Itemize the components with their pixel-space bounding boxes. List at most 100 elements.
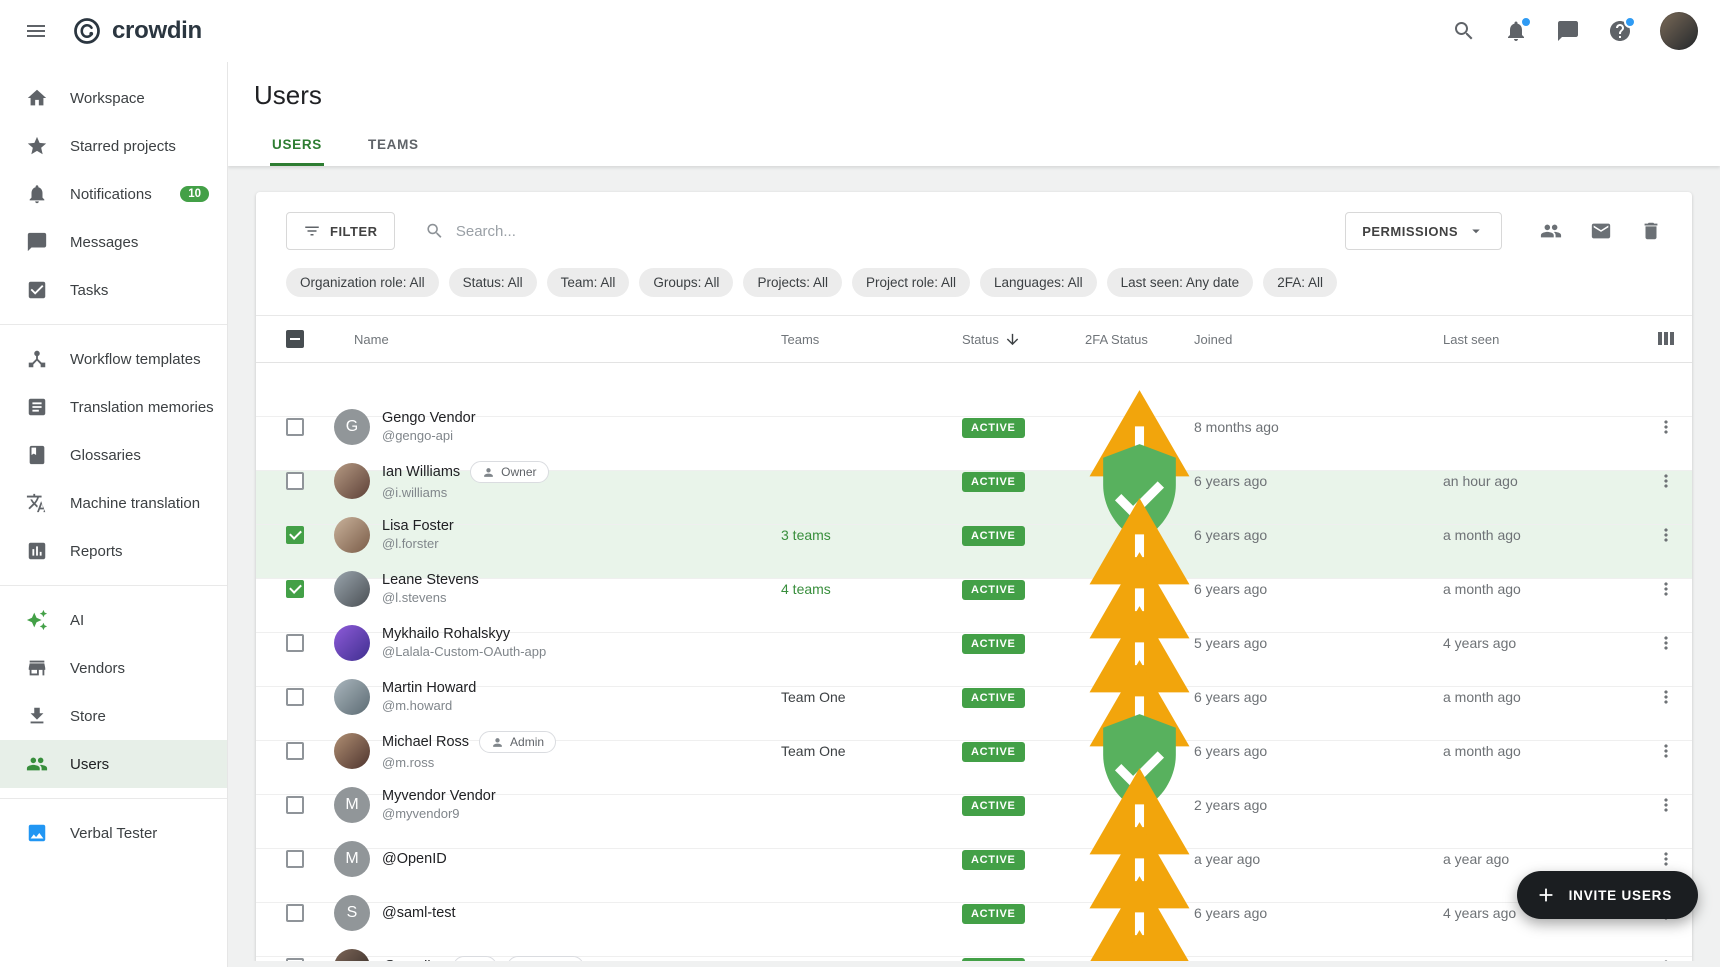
row-checkbox[interactable]	[286, 472, 304, 490]
user-name[interactable]: Lisa Foster	[382, 518, 454, 534]
user-joined: a year ago	[1194, 851, 1443, 867]
email-icon[interactable]	[1590, 220, 1612, 242]
search-icon[interactable]	[1452, 19, 1476, 43]
row-menu-button[interactable]	[1656, 687, 1676, 707]
row-checkbox[interactable]	[286, 958, 304, 962]
sidebar-item-starred-projects[interactable]: Starred projects	[0, 122, 227, 170]
filter-chip-languages-all[interactable]: Languages: All	[980, 268, 1097, 297]
row-checkbox[interactable]	[286, 580, 304, 598]
sidebar-divider	[0, 324, 227, 325]
sidebar-item-glossaries[interactable]: Glossaries	[0, 431, 227, 479]
row-checkbox[interactable]	[286, 742, 304, 760]
sidebar-item-machine-translation[interactable]: Machine translation	[0, 479, 227, 527]
sidebar-item-store[interactable]: Store	[0, 692, 227, 740]
profile-avatar[interactable]	[1660, 12, 1698, 50]
sidebar-item-workflow-templates[interactable]: Workflow templates	[0, 335, 227, 383]
filter-chip-2fa-all[interactable]: 2FA: All	[1263, 268, 1337, 297]
column-header-teams[interactable]: Teams	[781, 332, 962, 347]
sidebar-item-reports[interactable]: Reports	[0, 527, 227, 575]
sidebar-item-workspace[interactable]: Workspace	[0, 74, 227, 122]
filter-chip-last-seen-any-date[interactable]: Last seen: Any date	[1107, 268, 1254, 297]
sidebar-item-verbal-tester[interactable]: Verbal Tester	[0, 809, 227, 857]
user-name[interactable]: @saml-test	[382, 905, 456, 921]
column-header-status[interactable]: Status	[962, 331, 1085, 348]
row-menu-button[interactable]	[1656, 633, 1676, 653]
tab-teams[interactable]: TEAMS	[366, 123, 421, 166]
translate-icon	[26, 492, 48, 514]
user-name[interactable]: Martin Howard	[382, 680, 476, 696]
crowdin-logo[interactable]: crowdin	[72, 16, 202, 46]
user-handle: @m.ross	[382, 755, 556, 770]
user-name[interactable]: Ian Williams	[382, 464, 460, 480]
sidebar-item-ai[interactable]: AI	[0, 596, 227, 644]
manage-teams-icon[interactable]	[1540, 220, 1562, 242]
person-icon	[519, 960, 532, 961]
sidebar-item-users[interactable]: Users	[0, 740, 227, 788]
user-last-seen: a year ago	[1443, 851, 1640, 867]
help-icon[interactable]	[1608, 19, 1632, 43]
row-menu-button[interactable]	[1656, 849, 1676, 869]
user-teams[interactable]: 3 teams	[781, 527, 962, 543]
row-menu-button[interactable]	[1656, 525, 1676, 545]
filter-chip-project-role-all[interactable]: Project role: All	[852, 268, 970, 297]
filter-chip-status-all[interactable]: Status: All	[449, 268, 537, 297]
row-checkbox[interactable]	[286, 418, 304, 436]
row-menu-button[interactable]	[1656, 741, 1676, 761]
row-checkbox[interactable]	[286, 850, 304, 868]
select-all-checkbox[interactable]	[286, 330, 304, 348]
filter-chip-organization-role-all[interactable]: Organization role: All	[286, 268, 439, 297]
row-checkbox[interactable]	[286, 634, 304, 652]
workflow-icon	[26, 348, 48, 370]
messages-icon[interactable]	[1556, 19, 1580, 43]
user-name[interactable]: Mykhailo Rohalskyy	[382, 626, 510, 642]
column-header-2fa[interactable]: 2FA Status	[1085, 332, 1194, 347]
user-handle: @i.williams	[382, 485, 549, 500]
search-icon	[425, 221, 444, 241]
filter-chip-team-all[interactable]: Team: All	[547, 268, 630, 297]
row-menu-button[interactable]	[1656, 579, 1676, 599]
column-header-last-seen[interactable]: Last seen	[1443, 332, 1640, 347]
user-teams[interactable]: 4 teams	[781, 581, 962, 597]
column-header-name[interactable]: Name	[334, 332, 781, 347]
user-name[interactable]: @OpenID	[382, 851, 447, 867]
permissions-button[interactable]: PERMISSIONS	[1345, 212, 1502, 250]
invite-users-button[interactable]: INVITE USERS	[1517, 871, 1698, 919]
row-checkbox[interactable]	[286, 904, 304, 922]
tab-users[interactable]: USERS	[270, 123, 324, 166]
sidebar-item-messages[interactable]: Messages	[0, 218, 227, 266]
delete-icon[interactable]	[1640, 220, 1662, 242]
user-name[interactable]: Myvendor Vendor	[382, 788, 496, 804]
row-checkbox[interactable]	[286, 526, 304, 544]
user-name[interactable]: Michael Ross	[382, 734, 469, 750]
column-header-joined[interactable]: Joined	[1194, 332, 1443, 347]
invite-users-label: INVITE USERS	[1569, 888, 1672, 903]
row-checkbox[interactable]	[286, 688, 304, 706]
sidebar-item-tasks[interactable]: Tasks	[0, 266, 227, 314]
filter-button[interactable]: FILTER	[286, 212, 395, 250]
row-menu-button[interactable]	[1656, 471, 1676, 491]
user-avatar	[334, 517, 370, 553]
user-avatar	[334, 733, 370, 769]
user-name[interactable]: @uxmike	[382, 959, 443, 962]
sidebar-item-notifications[interactable]: Notifications10	[0, 170, 227, 218]
filter-chip-projects-all[interactable]: Projects: All	[743, 268, 842, 297]
user-name[interactable]: Leane Stevens	[382, 572, 479, 588]
row-menu-button[interactable]	[1656, 957, 1676, 962]
sidebar-item-label: Users	[70, 756, 209, 773]
menu-icon[interactable]	[24, 19, 48, 43]
notifications-bell-icon[interactable]	[1504, 19, 1528, 43]
user-avatar: S	[334, 895, 370, 931]
sidebar-item-vendors[interactable]: Vendors	[0, 644, 227, 692]
sidebar-item-translation-memories[interactable]: Translation memories	[0, 383, 227, 431]
content-area: FILTER PERMISSIONS Organization role: Al…	[228, 166, 1720, 961]
row-menu-button[interactable]	[1656, 417, 1676, 437]
row-checkbox[interactable]	[286, 796, 304, 814]
column-settings-icon[interactable]	[1654, 327, 1678, 351]
toolbar: FILTER PERMISSIONS	[256, 192, 1692, 266]
user-last-seen: a month ago	[1443, 689, 1640, 705]
search-input[interactable]	[456, 223, 1327, 240]
user-joined: 8 months ago	[1194, 419, 1443, 435]
filter-chip-groups-all[interactable]: Groups: All	[639, 268, 733, 297]
user-name[interactable]: Gengo Vendor	[382, 410, 476, 426]
row-menu-button[interactable]	[1656, 795, 1676, 815]
